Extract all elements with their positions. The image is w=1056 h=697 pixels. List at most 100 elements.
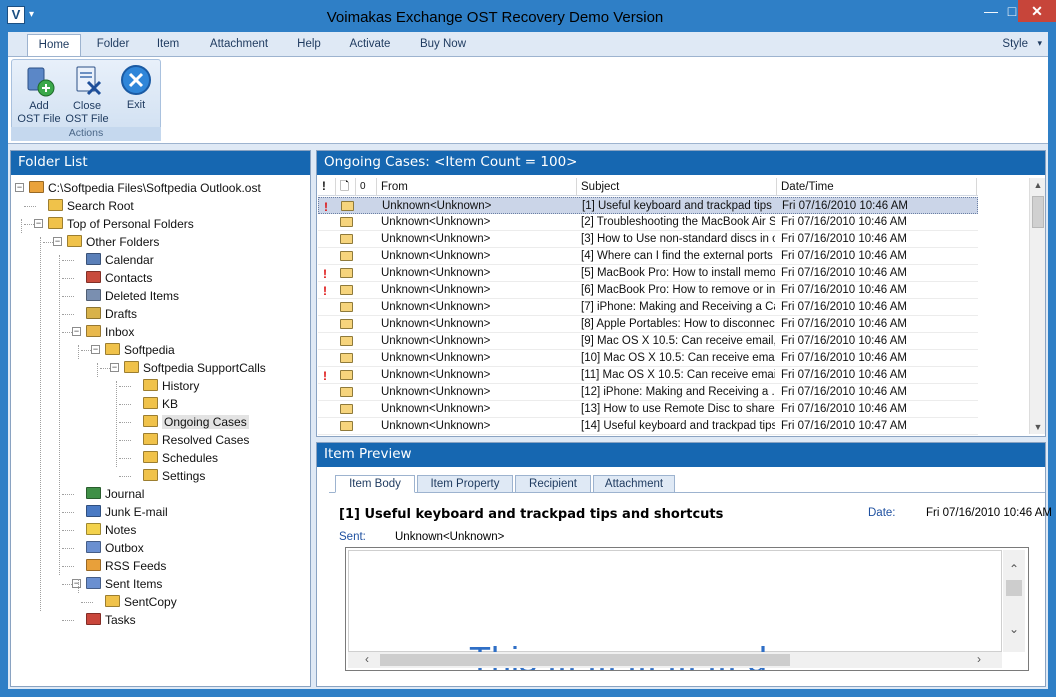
tree-expander-icon[interactable]: − <box>110 363 119 372</box>
tree-item[interactable]: Drafts <box>86 305 137 323</box>
tree-item[interactable]: History <box>143 377 199 395</box>
tree-item[interactable]: Tasks <box>86 611 136 629</box>
message-list-title: Ongoing Cases: <Item Count = 100> <box>317 151 1045 175</box>
tree-item[interactable]: Settings <box>143 467 205 485</box>
table-row[interactable]: Unknown<Unknown> [8] Apple Portables: How… <box>318 316 978 333</box>
tree-expander-icon[interactable]: − <box>72 327 81 336</box>
tab-home[interactable]: Home <box>27 34 81 56</box>
message-list-panel: Ongoing Cases: <Item Count = 100> ! 🗋 0 … <box>316 150 1046 437</box>
table-row[interactable]: Unknown<Unknown> [2] Troubleshooting the … <box>318 214 978 231</box>
row-from: Unknown<Unknown> <box>381 216 491 228</box>
folder-icon <box>124 361 139 373</box>
add-ost-file-button[interactable]: Add OST File <box>15 62 63 128</box>
tab-activate[interactable]: Activate <box>344 36 396 56</box>
tree-item-label: Resolved Cases <box>162 433 250 447</box>
tab-item[interactable]: Item <box>150 36 186 56</box>
tree-expander-icon[interactable]: − <box>91 345 100 354</box>
chevron-down-icon[interactable]: ▾ <box>1037 38 1042 49</box>
tree-item[interactable]: Resolved Cases <box>143 431 249 449</box>
scroll-thumb[interactable] <box>1032 196 1044 228</box>
exit-button[interactable]: Exit <box>112 61 160 127</box>
tab-help[interactable]: Help <box>290 36 328 56</box>
tree-item[interactable]: RSS Feeds <box>86 557 166 575</box>
table-row[interactable]: ! Unknown<Unknown> [1] Useful keyboard and… <box>318 197 978 214</box>
table-row[interactable]: ! Unknown<Unknown> [5] MacBook Pro: How to… <box>318 265 978 282</box>
tree-item[interactable]: Sent Items <box>86 575 162 593</box>
table-row[interactable]: Unknown<Unknown> [7] iPhone: Making and R… <box>318 299 978 316</box>
tab-attachment[interactable]: Attachment <box>204 36 274 56</box>
table-row[interactable]: Unknown<Unknown> [9] Mac OS X 10.5: Can r… <box>318 333 978 350</box>
table-row[interactable]: Unknown<Unknown> [12] iPhone: Making and … <box>318 384 978 401</box>
chevron-down-icon[interactable]: ⌄ <box>1003 622 1025 636</box>
message-body[interactable]: This ... ... ... ... ... d <box>348 550 1002 670</box>
table-row[interactable]: Unknown<Unknown> [4] Where can I find the… <box>318 248 978 265</box>
attachment-column-icon[interactable]: 0 <box>356 178 377 196</box>
maximize-button[interactable]: □ <box>1006 0 1018 22</box>
tree-item[interactable]: Notes <box>86 521 136 539</box>
table-row[interactable]: ! Unknown<Unknown> [11] Mac OS X 10.5: Can… <box>318 367 978 384</box>
tree-item[interactable]: Softpedia SupportCalls <box>124 359 266 377</box>
tree-item[interactable]: Junk E-mail <box>86 503 168 521</box>
tree-item[interactable]: KB <box>143 395 178 413</box>
body-scroll-thumb[interactable] <box>1006 580 1022 596</box>
scroll-down-icon[interactable]: ▼ <box>1030 422 1046 432</box>
item-type-column-icon[interactable]: 🗋 <box>336 178 356 196</box>
tree-item-label: Softpedia <box>124 343 175 357</box>
tab-item-property[interactable]: Item Property <box>417 475 513 493</box>
table-row[interactable]: Unknown<Unknown> [3] How to Use non-stand… <box>318 231 978 248</box>
table-row[interactable]: ! Unknown<Unknown> [6] MacBook Pro: How to… <box>318 282 978 299</box>
tree-expander-icon[interactable]: − <box>72 579 81 588</box>
style-menu[interactable]: Style <box>1002 38 1028 50</box>
tree-connector <box>62 260 74 261</box>
tree-item[interactable]: Top of Personal Folders <box>48 215 194 233</box>
list-scrollbar[interactable]: ▲ ▼ <box>1029 178 1045 434</box>
close-ost-file-button[interactable]: Close OST File <box>63 62 111 128</box>
scroll-up-icon[interactable]: ▲ <box>1030 180 1046 190</box>
subject-column-header[interactable]: Subject <box>577 178 777 196</box>
junk-icon <box>86 505 101 517</box>
tree-item[interactable]: Inbox <box>86 323 134 341</box>
importance-column-icon[interactable]: ! <box>318 178 336 196</box>
minimize-button[interactable]: — <box>976 0 1006 22</box>
table-row[interactable]: Unknown<Unknown> [13] How to use Remote D… <box>318 401 978 418</box>
tree-item[interactable]: SentCopy <box>105 593 177 611</box>
tab-item-body[interactable]: Item Body <box>335 475 415 493</box>
body-hscroll-thumb[interactable] <box>380 654 790 666</box>
message-body-frame[interactable]: This ... ... ... ... ... d ⌃ ⌄ ‹ › <box>345 547 1029 671</box>
tab-buy-now[interactable]: Buy Now <box>413 36 473 56</box>
chevron-left-icon[interactable]: ‹ <box>362 652 372 666</box>
tree-expander-icon[interactable]: − <box>34 219 43 228</box>
tree-item[interactable]: Journal <box>86 485 144 503</box>
tree-item-label: Notes <box>105 523 137 537</box>
date-column-header[interactable]: Date/Time <box>777 178 977 196</box>
tab-recipient[interactable]: Recipient <box>515 475 591 493</box>
chevron-right-icon[interactable]: › <box>974 652 984 666</box>
importance-flag-icon: ! <box>323 369 327 383</box>
tree-item[interactable]: Schedules <box>143 449 218 467</box>
chevron-up-icon[interactable]: ⌃ <box>1003 562 1025 576</box>
tree-item[interactable]: Ongoing Cases <box>143 413 249 431</box>
tree-item[interactable]: Contacts <box>86 269 152 287</box>
close-button[interactable]: ✕ <box>1018 0 1056 22</box>
row-date: Fri 07/16/2010 10:46 AM <box>781 386 907 398</box>
tree-item[interactable]: C:\Softpedia Files\Softpedia Outlook.ost <box>29 179 261 197</box>
tab-folder[interactable]: Folder <box>90 36 136 56</box>
from-column-header[interactable]: From <box>377 178 577 196</box>
row-from: Unknown<Unknown> <box>381 386 491 398</box>
preview-tabs: Item Body Item Property Recipient Attach… <box>329 475 1045 493</box>
tree-expander-icon[interactable]: − <box>15 183 24 192</box>
tree-item[interactable]: Calendar <box>86 251 154 269</box>
tab-attachment-preview[interactable]: Attachment <box>593 475 675 493</box>
table-row[interactable]: Unknown<Unknown> [10] Mac OS X 10.5: Can … <box>318 350 978 367</box>
row-date: Fri 07/16/2010 10:46 AM <box>781 335 907 347</box>
tree-item[interactable]: Other Folders <box>67 233 159 251</box>
tree-expander-icon[interactable]: − <box>53 237 62 246</box>
tree-item[interactable]: Deleted Items <box>86 287 179 305</box>
tree-item[interactable]: Outbox <box>86 539 144 557</box>
tree-item[interactable]: Search Root <box>48 197 134 215</box>
body-horizontal-scrollbar[interactable]: ‹ › <box>348 652 1002 668</box>
body-vertical-scrollbar[interactable]: ⌃ ⌄ <box>1003 550 1025 652</box>
tree-item[interactable]: Softpedia <box>105 341 175 359</box>
table-row[interactable]: Unknown<Unknown> [14] Useful keyboard and… <box>318 418 978 435</box>
envelope-icon <box>340 302 353 312</box>
